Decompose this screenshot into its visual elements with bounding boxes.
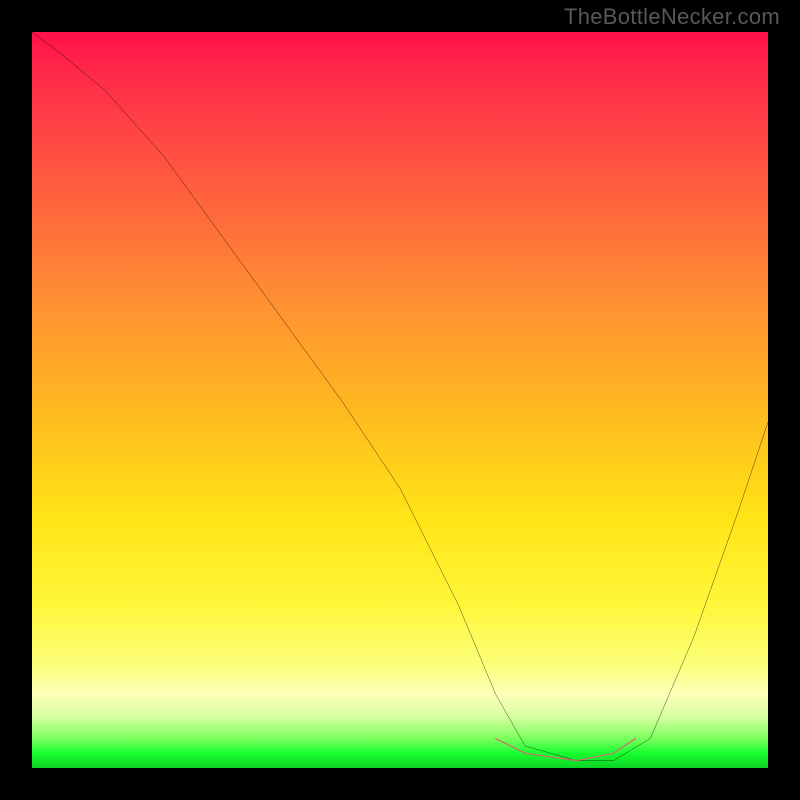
- curve-layer: [32, 32, 768, 768]
- chart-area: [32, 32, 768, 768]
- main-curve: [32, 32, 768, 761]
- attribution-text: TheBottleNecker.com: [564, 4, 780, 30]
